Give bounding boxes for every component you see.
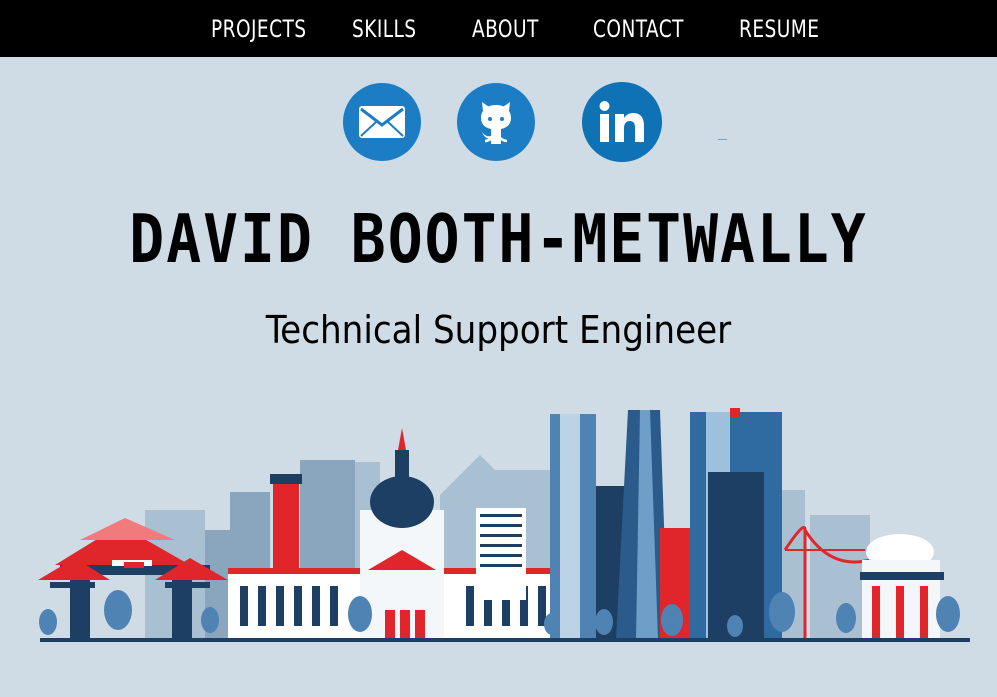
- nav-about-link[interactable]: ABOUT: [472, 14, 539, 44]
- linkedin-icon: [599, 101, 644, 142]
- palace-of-fine-arts: [860, 534, 944, 640]
- mail-icon: [359, 106, 405, 138]
- hero-title: Technical Support Engineer: [265, 308, 732, 352]
- nav-contact-link[interactable]: CONTACT: [593, 14, 684, 44]
- top-navbar: PROJECTS SKILLS ABOUT CONTACT RESUME: [0, 0, 997, 57]
- github-icon: [481, 102, 511, 144]
- nav-skills-link[interactable]: SKILLS: [352, 14, 417, 44]
- decorative-dash: [718, 139, 727, 140]
- email-button[interactable]: [343, 83, 421, 161]
- hero-name: DAVID BOOTH-METWALLY: [129, 199, 868, 279]
- nav-projects-link[interactable]: PROJECTS: [211, 14, 306, 44]
- san-francisco-skyline-illustration: [38, 408, 970, 642]
- linkedin-button[interactable]: [582, 82, 662, 162]
- github-button[interactable]: [457, 83, 535, 161]
- nav-resume-link[interactable]: RESUME: [739, 14, 819, 44]
